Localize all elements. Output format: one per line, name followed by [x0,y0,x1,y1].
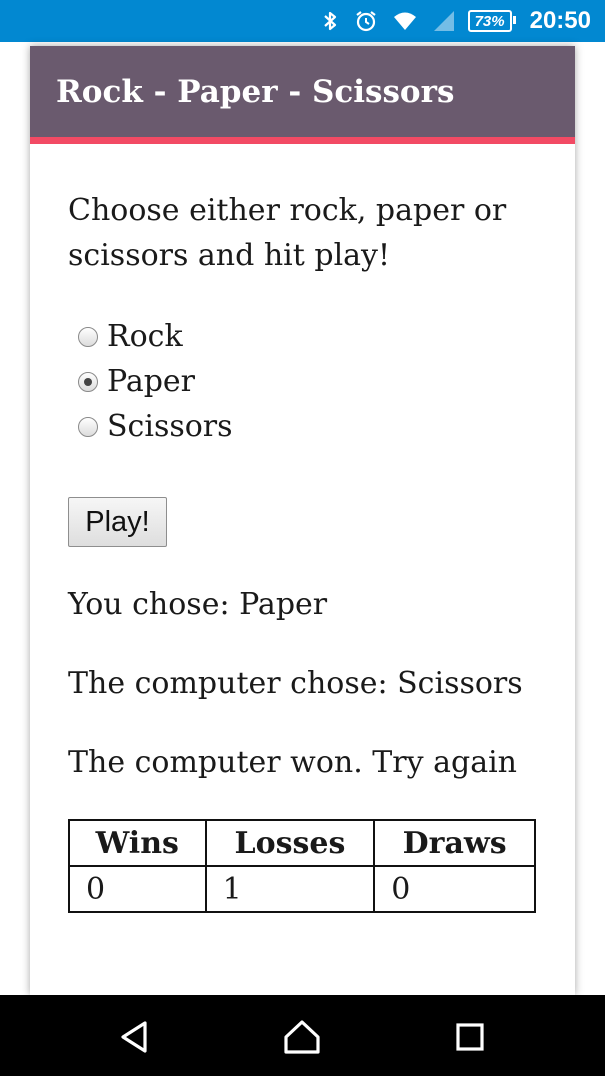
draws-value: 0 [373,865,536,913]
wins-value: 0 [68,865,207,913]
choice-scissors[interactable]: Scissors [68,404,548,449]
instructions-text: Choose either rock, paper or scissors an… [68,193,507,273]
app-bar: Rock - Paper - Scissors [30,46,575,144]
back-icon[interactable] [115,1017,155,1057]
app-card: Rock - Paper - Scissors Choose either ro… [30,46,575,995]
draws-header: Draws [373,819,536,867]
radio-scissors[interactable] [78,416,98,437]
choice-scissors-label[interactable]: Scissors [107,409,233,444]
app-title: Rock - Paper - Scissors [56,74,455,110]
score-header-row: Wins Losses Draws [68,819,536,867]
user-choice-text: You chose: Paper [68,587,328,622]
home-icon[interactable] [282,1017,322,1057]
alarm-icon [355,11,376,32]
battery-icon: 73% [467,10,516,32]
signal-icon [433,11,454,31]
recents-icon[interactable] [450,1017,490,1057]
choice-rock[interactable]: Rock [68,314,548,359]
score-value-row: 0 1 0 [68,865,536,913]
radio-paper[interactable] [78,371,98,392]
choice-paper[interactable]: Paper [68,359,548,404]
status-icons: 73% 20:50 [318,0,591,42]
radio-rock[interactable] [78,326,98,347]
computer-choice-text: The computer chose: Scissors [68,666,523,701]
navigation-bar [0,995,605,1076]
choice-paper-label[interactable]: Paper [107,364,195,399]
losses-value: 1 [204,865,376,913]
score-table: Wins Losses Draws 0 1 0 [68,819,536,913]
bluetooth-icon [323,11,336,31]
play-button[interactable]: Play! [68,497,167,547]
game-content: Choose either rock, paper or scissors an… [68,188,548,913]
choice-rock-label[interactable]: Rock [107,319,183,354]
choice-group: Rock Paper Scissors [68,314,548,449]
wins-header: Wins [68,819,207,867]
wifi-icon [393,12,416,30]
clock: 20:50 [529,7,591,34]
status-bar: 73% 20:50 [0,0,605,42]
losses-header: Losses [204,819,376,867]
outcome-text: The computer won. Try again [68,745,518,780]
